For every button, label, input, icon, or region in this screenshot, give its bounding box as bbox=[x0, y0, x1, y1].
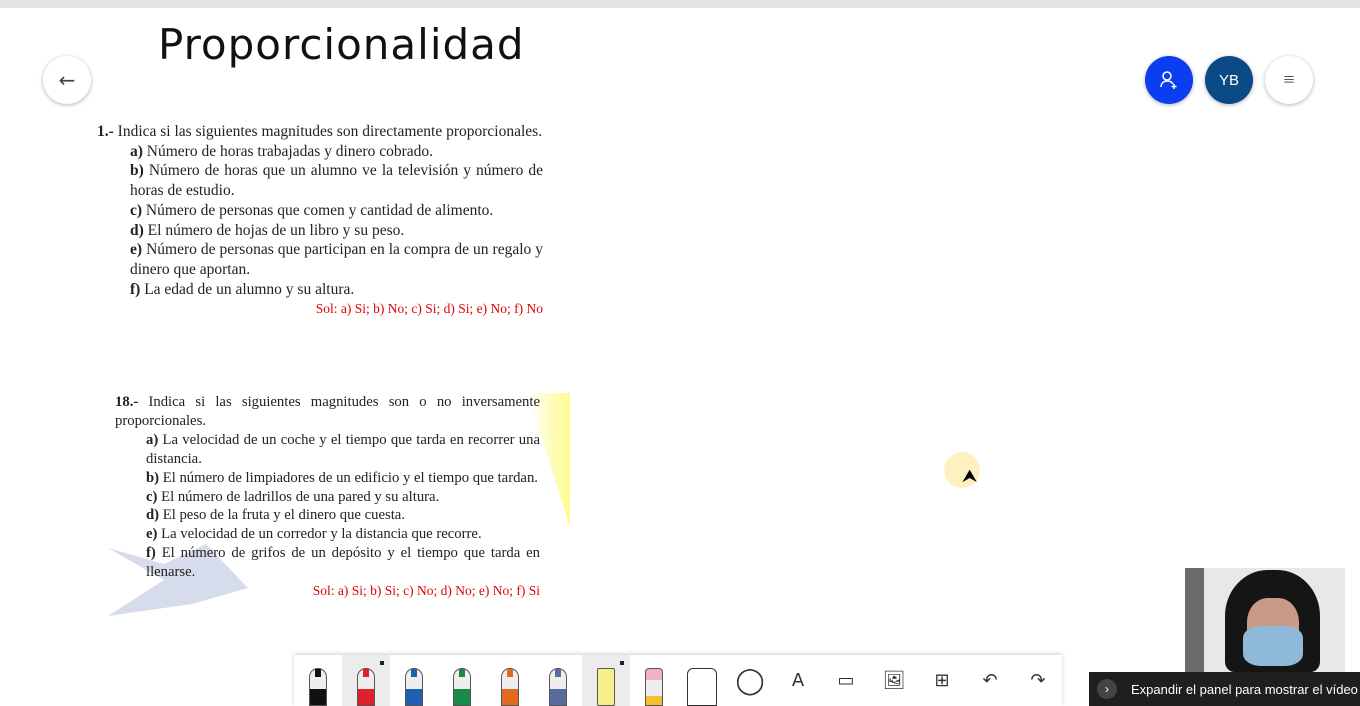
pen-icon bbox=[549, 668, 567, 706]
participant-video bbox=[1185, 568, 1345, 672]
pen-icon bbox=[501, 668, 519, 706]
back-button[interactable]: ← bbox=[43, 56, 91, 104]
note-icon: ▭ bbox=[837, 670, 855, 691]
exercise-1: 1.- Indica si las siguientes magnitudes … bbox=[97, 122, 543, 319]
undo-button[interactable]: ↶ bbox=[966, 655, 1014, 706]
arrow-left-icon: ← bbox=[58, 68, 76, 92]
pen-icon bbox=[453, 668, 471, 706]
sticky-note[interactable]: ▭ bbox=[822, 655, 870, 706]
invite-user-button[interactable] bbox=[1145, 56, 1193, 104]
add-person-icon bbox=[1160, 71, 1177, 89]
pen-blue[interactable] bbox=[390, 655, 438, 706]
text-tool[interactable]: A bbox=[774, 655, 822, 706]
pen-rainbow[interactable] bbox=[486, 655, 534, 706]
undo-icon: ↶ bbox=[982, 670, 998, 691]
expand-video-panel[interactable]: › Expandir el panel para mostrar el vídeo bbox=[1089, 672, 1360, 706]
panel-label: Expandir el panel para mostrar el vídeo bbox=[1131, 681, 1358, 697]
text-icon: A bbox=[791, 670, 805, 691]
pen-icon bbox=[405, 668, 423, 706]
image-icon: 🖼 bbox=[882, 670, 906, 691]
plus-box-icon: ⊞ bbox=[934, 670, 950, 691]
ruler-icon bbox=[687, 668, 717, 706]
solution: Sol: a) Si; b) Si; c) No; d) No; e) No; … bbox=[312, 583, 540, 599]
page-title: Proporcionalidad bbox=[158, 20, 525, 69]
eraser[interactable] bbox=[630, 655, 678, 706]
user-avatar[interactable]: YB bbox=[1205, 56, 1253, 104]
pen-green[interactable] bbox=[438, 655, 486, 706]
solution: Sol: a) Si; b) No; c) Si; d) Si; e) No; … bbox=[315, 301, 543, 317]
pen-icon bbox=[357, 668, 375, 706]
hamburger-icon: ≡ bbox=[1283, 68, 1295, 91]
add-page[interactable]: ⊞ bbox=[918, 655, 966, 706]
exercise-18: 18.- Indica si las siguientes magnitudes… bbox=[115, 393, 540, 601]
top-bar bbox=[0, 0, 1360, 8]
ruler[interactable] bbox=[678, 655, 726, 706]
highlighter-icon bbox=[597, 668, 615, 706]
exercise-statement: 1.- Indica si las siguientes magnitudes … bbox=[97, 123, 543, 140]
exercise-statement: 18.- Indica si las siguientes magnitudes… bbox=[115, 394, 540, 429]
ink-toolbar: ◯ A ▭ 🖼 ⊞ ↶ ↷ bbox=[294, 655, 1062, 706]
pen-galaxy[interactable] bbox=[534, 655, 582, 706]
redo-button[interactable]: ↷ bbox=[1014, 655, 1062, 706]
mouse-cursor-icon: ⮝ bbox=[962, 466, 978, 486]
lasso-select[interactable]: ◯ bbox=[726, 655, 774, 706]
highlighter[interactable] bbox=[582, 655, 630, 706]
insert-image[interactable]: 🖼 bbox=[870, 655, 918, 706]
lasso-icon: ◯ bbox=[735, 665, 765, 696]
pen-red[interactable] bbox=[342, 655, 390, 706]
pen-black[interactable] bbox=[294, 655, 342, 706]
chevron-right-icon: › bbox=[1097, 679, 1117, 699]
redo-icon: ↷ bbox=[1030, 670, 1046, 691]
eraser-icon bbox=[645, 668, 663, 706]
menu-button[interactable]: ≡ bbox=[1265, 56, 1313, 104]
pen-icon bbox=[309, 668, 327, 706]
